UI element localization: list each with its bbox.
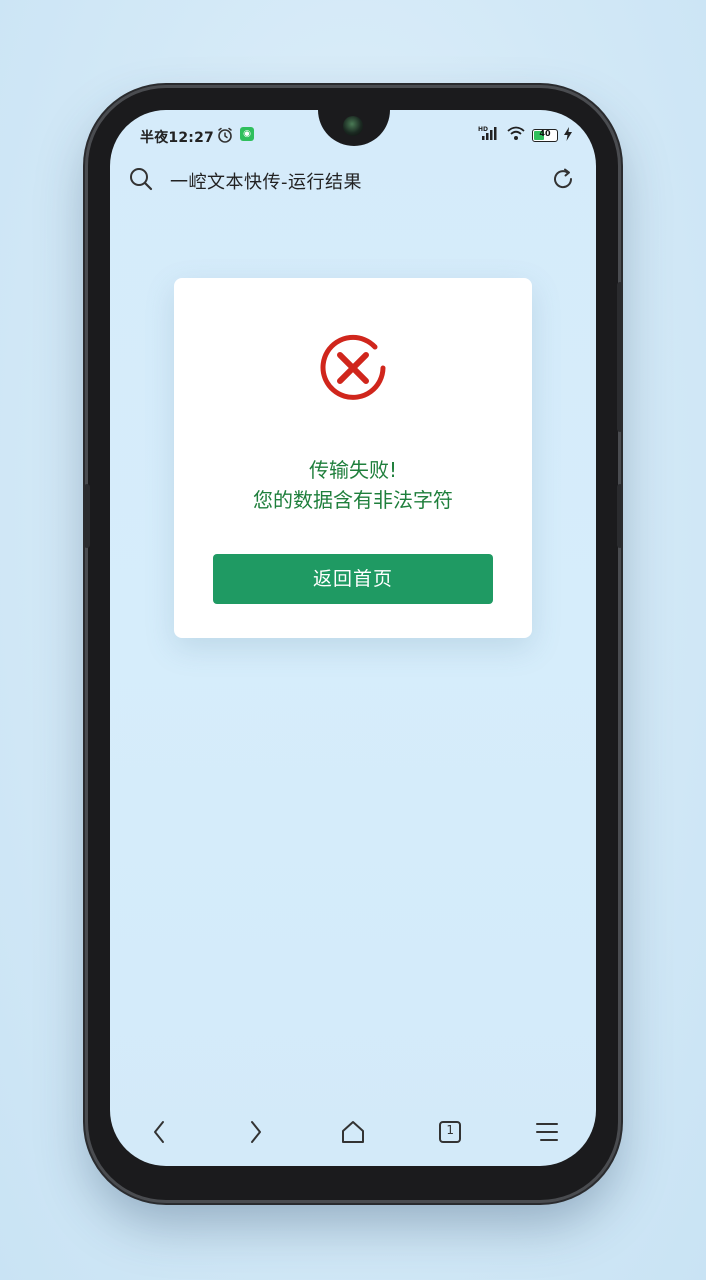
- refresh-icon[interactable]: [550, 166, 576, 196]
- forward-icon[interactable]: [232, 1112, 280, 1152]
- error-x-icon: [313, 328, 393, 412]
- back-icon[interactable]: [135, 1112, 183, 1152]
- home-icon[interactable]: [329, 1112, 377, 1152]
- screen: 半夜12:27 ◉ HD 40 一崆文本快传-运行结果 传输失败! 您的数据含有…: [110, 110, 596, 1166]
- search-icon[interactable]: [128, 166, 154, 196]
- side-key: [84, 484, 90, 548]
- result-dialog: 传输失败! 您的数据含有非法字符 返回首页: [174, 278, 532, 638]
- menu-icon[interactable]: [523, 1112, 571, 1152]
- app-notification-icon: ◉: [240, 127, 254, 141]
- front-camera: [343, 116, 363, 136]
- failure-reason: 您的数据含有非法字符: [253, 488, 453, 512]
- browser-toolbar: 一崆文本快传-运行结果: [110, 160, 596, 200]
- wifi-icon: [506, 125, 526, 145]
- failure-title: 传输失败!: [308, 458, 398, 482]
- volume-button: [617, 282, 623, 432]
- status-time: 半夜12:27: [140, 130, 214, 146]
- alarm-icon: [216, 126, 234, 148]
- battery-icon: 40: [532, 128, 558, 142]
- power-button: [617, 484, 623, 548]
- page-title[interactable]: 一崆文本快传-运行结果: [170, 168, 362, 194]
- charging-icon: [564, 126, 572, 145]
- bottom-nav: 1: [110, 1104, 596, 1166]
- svg-text:HD: HD: [478, 126, 488, 133]
- back-home-button[interactable]: 返回首页: [213, 554, 493, 604]
- status-right: HD 40: [478, 125, 572, 145]
- tabs-icon[interactable]: 1: [426, 1112, 474, 1152]
- hd-signal-icon: HD: [478, 125, 500, 145]
- battery-level: 40: [539, 128, 551, 138]
- tabs-count: 1: [446, 1123, 454, 1137]
